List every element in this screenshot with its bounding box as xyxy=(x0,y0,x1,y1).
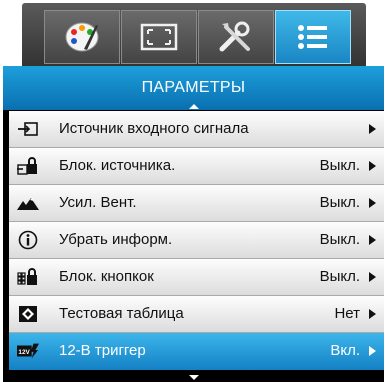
menu-item-label: Убрать информ. xyxy=(59,231,173,248)
menu-item-label: Источник входного сигнала xyxy=(59,120,249,137)
scroll-down-indicator[interactable] xyxy=(188,375,199,380)
menu-item-input-source[interactable]: Источник входного сигнала xyxy=(9,111,384,148)
menu-item-label: Усил. Вент. xyxy=(59,194,137,211)
menu-item-12v-trigger[interactable]: 12V 12-В триггер Вкл. xyxy=(9,333,384,370)
tab-options[interactable] xyxy=(275,10,351,64)
chevron-right-icon xyxy=(369,198,376,208)
palette-icon xyxy=(65,22,99,52)
scroll-up-indicator[interactable] xyxy=(188,104,199,109)
chevron-right-icon xyxy=(369,235,376,245)
svg-text:12V: 12V xyxy=(18,349,30,356)
menu-item-value: Нет xyxy=(334,305,360,322)
info-icon xyxy=(17,230,39,250)
high-altitude-icon xyxy=(17,193,39,213)
input-source-icon xyxy=(17,119,39,139)
tab-display[interactable] xyxy=(121,10,197,64)
menu-item-label: Тестовая таблица xyxy=(59,305,184,322)
options-menu-panel: ПАРАМЕТРЫ Источник входного сигнала Блок… xyxy=(3,66,384,382)
tab-settings[interactable] xyxy=(198,10,274,64)
menu-item-value: Выкл. xyxy=(319,194,360,211)
chevron-right-icon xyxy=(369,161,376,171)
test-pattern-icon xyxy=(17,304,39,324)
menu-item-value: Вкл. xyxy=(330,342,360,359)
menu-title: ПАРАМЕТРЫ xyxy=(141,79,246,96)
menu-item-hide-info[interactable]: Убрать информ. Выкл. xyxy=(9,222,384,259)
chevron-right-icon xyxy=(369,272,376,282)
menu-item-high-altitude[interactable]: Усил. Вент. Выкл. xyxy=(9,185,384,222)
menu-item-value: Выкл. xyxy=(319,231,360,248)
tools-icon xyxy=(219,21,250,52)
chevron-right-icon xyxy=(369,124,376,134)
menu-item-test-pattern[interactable]: Тестовая таблица Нет xyxy=(9,296,384,333)
tab-image[interactable] xyxy=(44,10,120,64)
chevron-right-icon xyxy=(369,346,376,356)
screen-fit-icon xyxy=(140,23,178,51)
menu-header: ПАРАМЕТРЫ xyxy=(3,66,384,110)
menu-item-value: Выкл. xyxy=(319,157,360,174)
menu-item-label: Блок. источника. xyxy=(59,157,176,174)
trigger-12v-icon: 12V xyxy=(17,341,39,361)
menu-item-source-lock[interactable]: Блок. источника. Выкл. xyxy=(9,148,384,185)
list-icon xyxy=(298,25,327,49)
menu-item-label: Блок. кнопкок xyxy=(59,268,154,285)
source-lock-icon xyxy=(17,156,39,176)
keypad-lock-icon xyxy=(17,267,39,287)
menu-item-value: Выкл. xyxy=(319,268,360,285)
menu-item-keypad-lock[interactable]: Блок. кнопкок Выкл. xyxy=(9,259,384,296)
chevron-right-icon xyxy=(369,309,376,319)
menu-tab-bar xyxy=(22,3,366,74)
menu-item-label: 12-В триггер xyxy=(59,342,146,359)
